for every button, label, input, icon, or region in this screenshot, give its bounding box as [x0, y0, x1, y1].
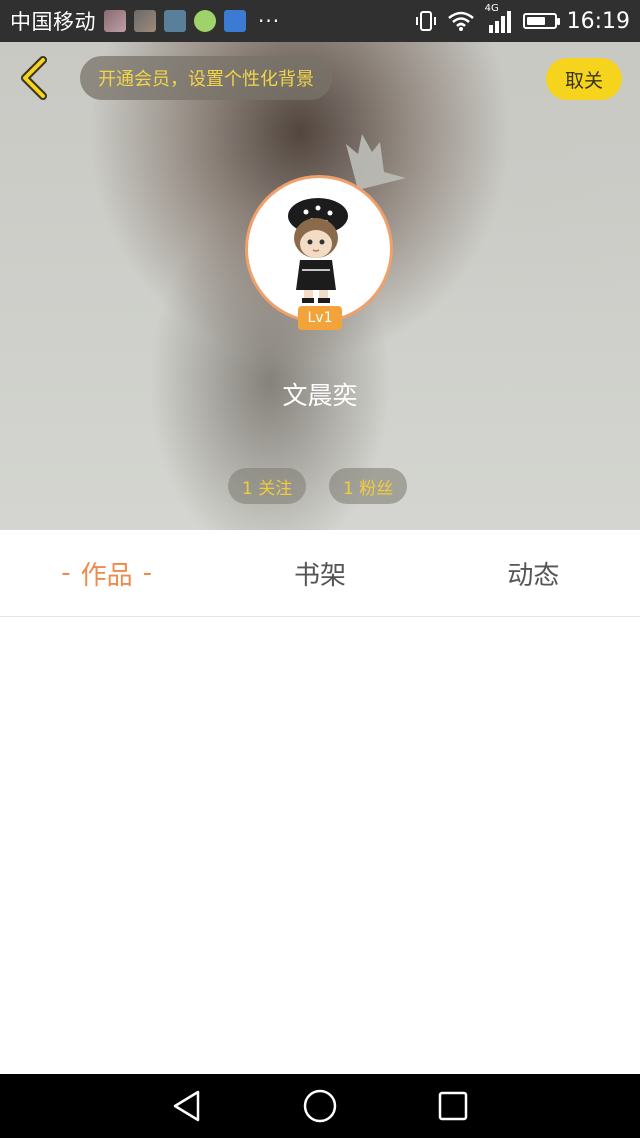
- chat-app-icon: [194, 10, 216, 32]
- vibrate-icon: [415, 11, 436, 31]
- nav-back-button[interactable]: [157, 1076, 217, 1136]
- paw-app-icon: [224, 10, 246, 32]
- wifi-icon: [447, 11, 474, 31]
- fans-count[interactable]: 1 粉丝: [329, 468, 408, 504]
- home-circle-icon: [303, 1089, 337, 1123]
- unfollow-button[interactable]: 取关: [546, 58, 622, 100]
- tab-dash-right: -: [142, 558, 153, 588]
- nav-recents-button[interactable]: [423, 1076, 483, 1136]
- tab-content-area: [0, 617, 640, 1074]
- level-badge: Lv1: [298, 306, 342, 330]
- clock: 16:19: [566, 8, 630, 34]
- tab-dash-left: -: [61, 558, 71, 588]
- tab-label: 动态: [507, 560, 560, 591]
- notification-photo-icon: [104, 10, 126, 32]
- signal-icon: 4G: [485, 3, 513, 33]
- profile-header: 开通会员，设置个性化背景 取关 Lv1 文晨奕 1 关注 1 粉丝: [0, 42, 640, 530]
- vip-background-banner[interactable]: 开通会员，设置个性化背景: [80, 56, 332, 100]
- more-notifications-icon: ···: [258, 9, 281, 33]
- notification-photo-icon: [134, 10, 156, 32]
- tab-works[interactable]: - 作品 -: [0, 530, 213, 616]
- system-navigation-bar: [0, 1074, 640, 1138]
- gallery-icon: [164, 10, 186, 32]
- carrier-name: 中国移动: [10, 10, 96, 34]
- battery-icon: [522, 13, 560, 29]
- tab-bookshelf[interactable]: 书架: [213, 530, 426, 616]
- username: 文晨奕: [282, 381, 358, 410]
- nav-home-button[interactable]: [290, 1076, 350, 1136]
- status-bar-left: 中国移动 ···: [10, 6, 280, 36]
- back-triangle-icon: [173, 1090, 199, 1122]
- avatar[interactable]: [248, 178, 390, 320]
- status-bar-right: 4G 16:19: [415, 3, 630, 34]
- avatar-illustration: [256, 186, 382, 312]
- following-count[interactable]: 1 关注: [228, 468, 307, 504]
- profile-tabs: - 作品 - 书架 动态: [0, 530, 640, 617]
- back-button[interactable]: [14, 54, 54, 102]
- tab-label: 作品: [80, 560, 133, 591]
- chevron-left-icon: [21, 56, 47, 100]
- avatar-image: [256, 186, 382, 312]
- tab-activity[interactable]: 动态: [427, 530, 640, 616]
- tab-label: 书架: [293, 560, 346, 591]
- status-bar: 中国移动 ··· 4G 16:19: [0, 0, 640, 42]
- recents-square-icon: [439, 1091, 468, 1121]
